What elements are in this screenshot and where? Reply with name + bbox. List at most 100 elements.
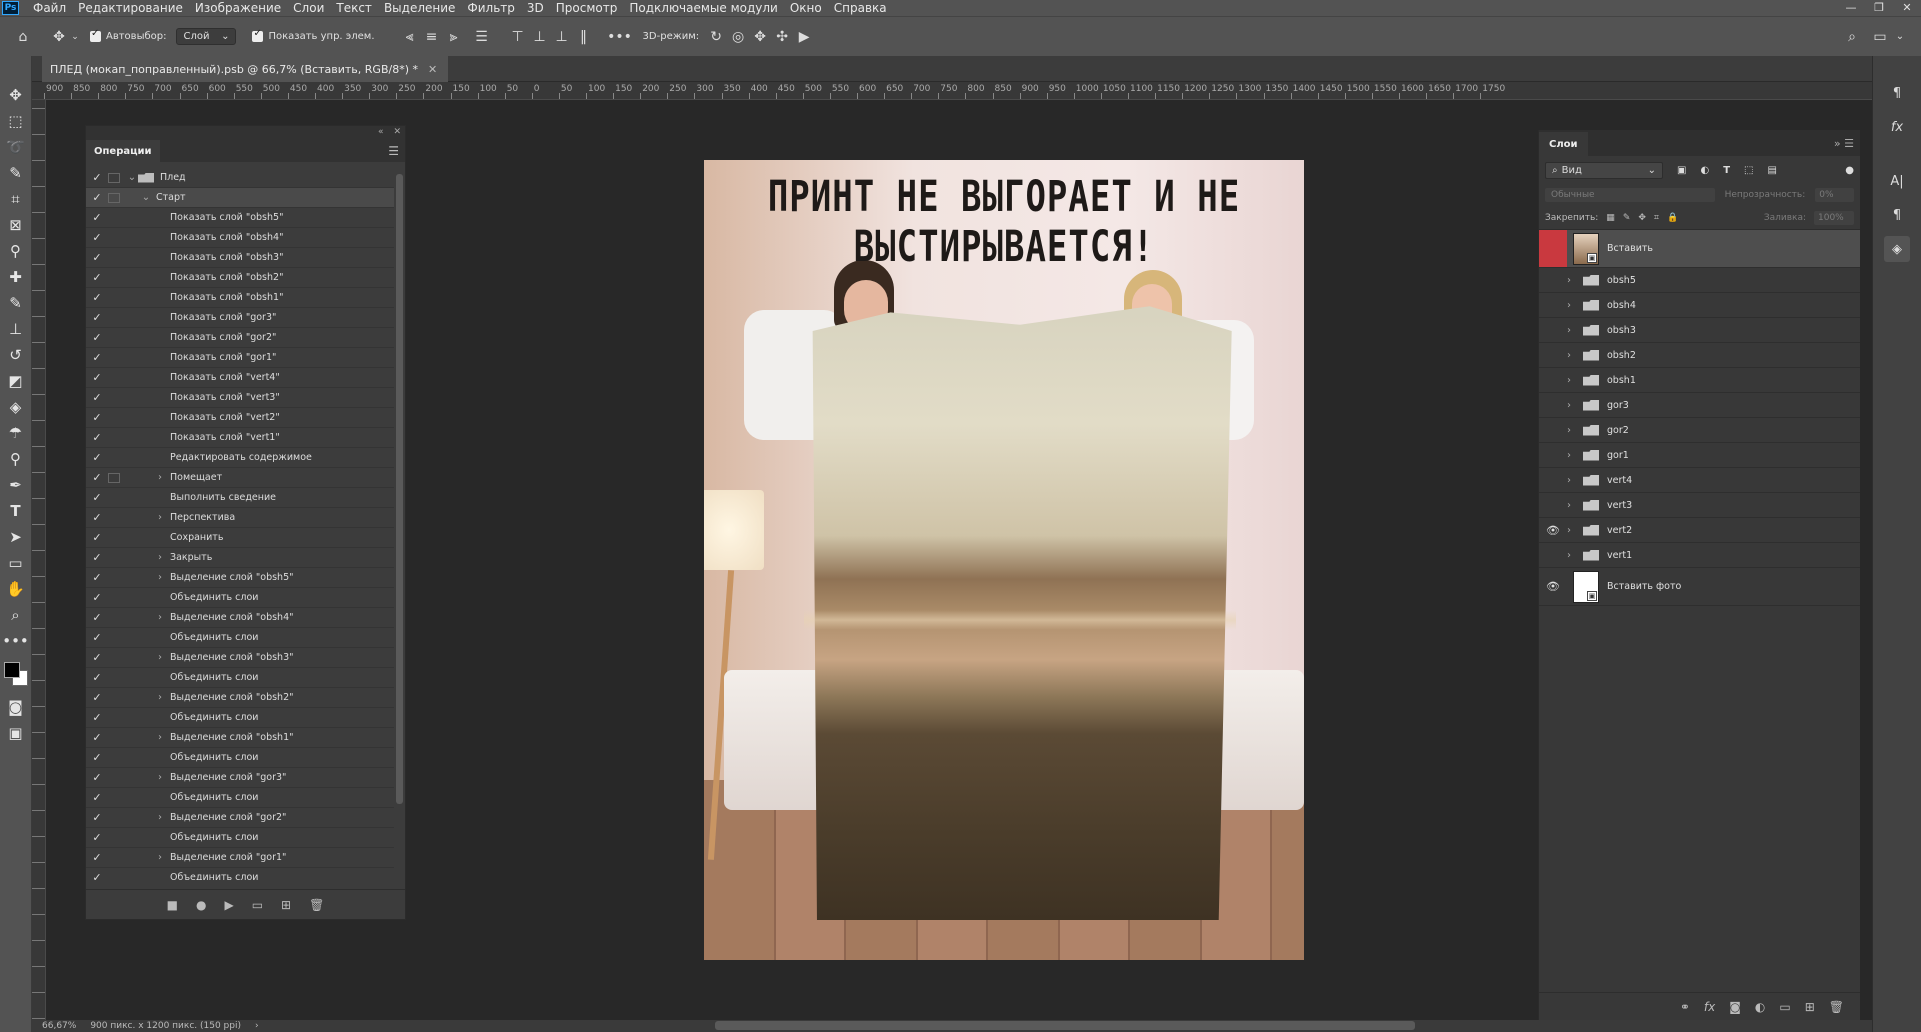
toggle-dialog-icon[interactable] [108, 313, 120, 323]
menu-item[interactable]: Справка [828, 1, 893, 15]
menu-item[interactable]: Файл [27, 1, 72, 15]
chevron-right-icon[interactable]: › [154, 692, 166, 703]
eraser-tool-icon[interactable]: ◩ [3, 368, 29, 394]
workspace-chevron-icon[interactable]: ⌄ [1889, 26, 1911, 48]
toggle-item-check-icon[interactable]: ✓ [86, 351, 108, 364]
close-panel-icon[interactable]: ✕ [393, 127, 401, 137]
toggle-item-check-icon[interactable]: ✓ [86, 631, 108, 644]
menu-item[interactable]: Изображение [189, 1, 287, 15]
3d-camera-icon[interactable]: ▶ [793, 26, 815, 48]
history-brush-tool-icon[interactable]: ↺ [3, 342, 29, 368]
chevron-right-icon[interactable]: › [1567, 325, 1579, 336]
toggle-item-check-icon[interactable]: ✓ [86, 191, 108, 204]
chevron-right-icon[interactable]: › [1567, 450, 1579, 461]
menu-item[interactable]: Выделение [378, 1, 461, 15]
zoom-level[interactable]: 66,67% [42, 1021, 76, 1031]
chevron-right-icon[interactable]: › [154, 772, 166, 783]
show-transform-option[interactable]: Показать упр. элем. [252, 28, 375, 42]
collapse-panel-icon[interactable]: « [378, 127, 384, 137]
chevron-right-icon[interactable]: › [154, 732, 166, 743]
toggle-dialog-icon[interactable] [108, 192, 120, 203]
toggle-dialog-icon[interactable] [108, 753, 120, 763]
toggle-dialog-icon[interactable] [108, 653, 120, 663]
toggle-item-check-icon[interactable]: ✓ [86, 311, 108, 324]
action-row[interactable]: ✓ Показать слой "vert2" [86, 408, 394, 428]
layer-row[interactable]: ▣ Вставить [1539, 230, 1860, 268]
toggle-dialog-icon[interactable] [108, 453, 120, 463]
path-select-tool-icon[interactable]: ➤ [3, 524, 29, 550]
filter-smart-object-icon[interactable]: ▤ [1767, 165, 1776, 176]
type-tool-icon[interactable]: T [3, 498, 29, 524]
chevron-right-icon[interactable]: › [154, 512, 166, 523]
action-row[interactable]: ✓ › Выделение слой "obsh2" [86, 688, 394, 708]
toggle-item-check-icon[interactable]: ✓ [86, 171, 108, 184]
quick-mask-icon[interactable]: ◙ [3, 694, 29, 720]
brush-tool-icon[interactable]: ✎ [3, 290, 29, 316]
frame-tool-icon[interactable]: ⊠ [3, 212, 29, 238]
chevron-right-icon[interactable]: › [154, 652, 166, 663]
toggle-dialog-icon[interactable] [108, 233, 120, 243]
toggle-item-check-icon[interactable]: ✓ [86, 431, 108, 444]
toggle-item-check-icon[interactable]: ✓ [86, 611, 108, 624]
chevron-right-icon[interactable]: › [1567, 550, 1579, 561]
dodge-tool-icon[interactable]: ⚲ [3, 446, 29, 472]
layer-row[interactable]: › gor1 [1539, 443, 1860, 468]
clone-stamp-tool-icon[interactable]: ⊥ [3, 316, 29, 342]
toggle-dialog-icon[interactable] [108, 533, 120, 543]
distribute-v-icon[interactable]: ‖ [573, 26, 595, 48]
toggle-dialog-icon[interactable] [108, 553, 120, 563]
action-row[interactable]: ✓ Показать слой "gor1" [86, 348, 394, 368]
layer-thumbnail[interactable]: ▣ [1573, 570, 1599, 603]
action-row[interactable]: ✓ Объединить слои [86, 748, 394, 768]
layer-row[interactable]: › gor2 [1539, 418, 1860, 443]
toggle-item-check-icon[interactable]: ✓ [86, 271, 108, 284]
hand-tool-icon[interactable]: ✋ [3, 576, 29, 602]
filter-toggle-icon[interactable]: ● [1845, 165, 1854, 176]
new-layer-icon[interactable]: ⊞ [1805, 1000, 1815, 1014]
menu-item[interactable]: Окно [784, 1, 828, 15]
chevron-right-icon[interactable]: › [154, 572, 166, 583]
autoselect-checkbox[interactable] [90, 28, 101, 42]
toggle-dialog-icon[interactable] [108, 573, 120, 583]
autoselect-dropdown[interactable]: Слой ⌄ [176, 28, 237, 45]
action-row[interactable]: ✓ › Закрыть [86, 548, 394, 568]
layer-row[interactable]: › vert4 [1539, 468, 1860, 493]
menu-item[interactable]: Подключаемые модули [623, 1, 784, 15]
toggle-dialog-icon[interactable] [108, 673, 120, 683]
minimize-icon[interactable]: — [1837, 0, 1865, 16]
home-icon[interactable]: ⌂ [12, 26, 34, 48]
visibility-eye-icon[interactable]: 👁 [1539, 580, 1567, 593]
layers-dock-icon[interactable]: ◈ [1884, 236, 1910, 262]
3d-roll-icon[interactable]: ◎ [727, 26, 749, 48]
zoom-tool-icon[interactable]: ⌕ [3, 602, 29, 628]
toggle-dialog-icon[interactable] [108, 373, 120, 383]
action-row[interactable]: ✓ Показать слой "obsh5" [86, 208, 394, 228]
toggle-item-check-icon[interactable]: ✓ [86, 371, 108, 384]
marquee-tool-icon[interactable]: ⬚ [3, 108, 29, 134]
filter-pixel-icon[interactable]: ▣ [1677, 165, 1686, 176]
action-row[interactable]: ✓ Показать слой "obsh3" [86, 248, 394, 268]
menu-item[interactable]: Редактирование [72, 1, 189, 15]
layer-filter-dropdown[interactable]: ⌕ Вид ⌄ [1545, 161, 1663, 179]
visibility-eye-icon[interactable] [1539, 230, 1567, 267]
toggle-dialog-icon[interactable] [108, 833, 120, 843]
chevron-down-icon[interactable]: ⌄ [126, 172, 138, 183]
delete-icon[interactable]: 🗑 [309, 898, 324, 912]
action-row[interactable]: ✓ › Выделение слой "gor2" [86, 808, 394, 828]
action-row[interactable]: ✓ Сохранить [86, 528, 394, 548]
toggle-item-check-icon[interactable]: ✓ [86, 331, 108, 344]
toggle-item-check-icon[interactable]: ✓ [86, 511, 108, 524]
foreground-color-swatch[interactable] [3, 662, 20, 678]
toggle-item-check-icon[interactable]: ✓ [86, 551, 108, 564]
healing-brush-tool-icon[interactable]: ✚ [3, 264, 29, 290]
styles-fx-icon[interactable]: fx [1884, 114, 1910, 140]
toggle-dialog-icon[interactable] [108, 172, 120, 183]
action-row[interactable]: ✓ › Выделение слой "obsh4" [86, 608, 394, 628]
chevron-right-icon[interactable]: › [1567, 275, 1579, 286]
new-group-icon[interactable]: ▭ [1779, 1000, 1790, 1014]
chevron-right-icon[interactable]: › [1567, 350, 1579, 361]
chevron-down-icon[interactable]: ⌄ [140, 192, 152, 203]
close-icon[interactable]: ✕ [1893, 0, 1921, 16]
toggle-dialog-icon[interactable] [108, 393, 120, 403]
action-row[interactable]: ✓ Выполнить сведение [86, 488, 394, 508]
